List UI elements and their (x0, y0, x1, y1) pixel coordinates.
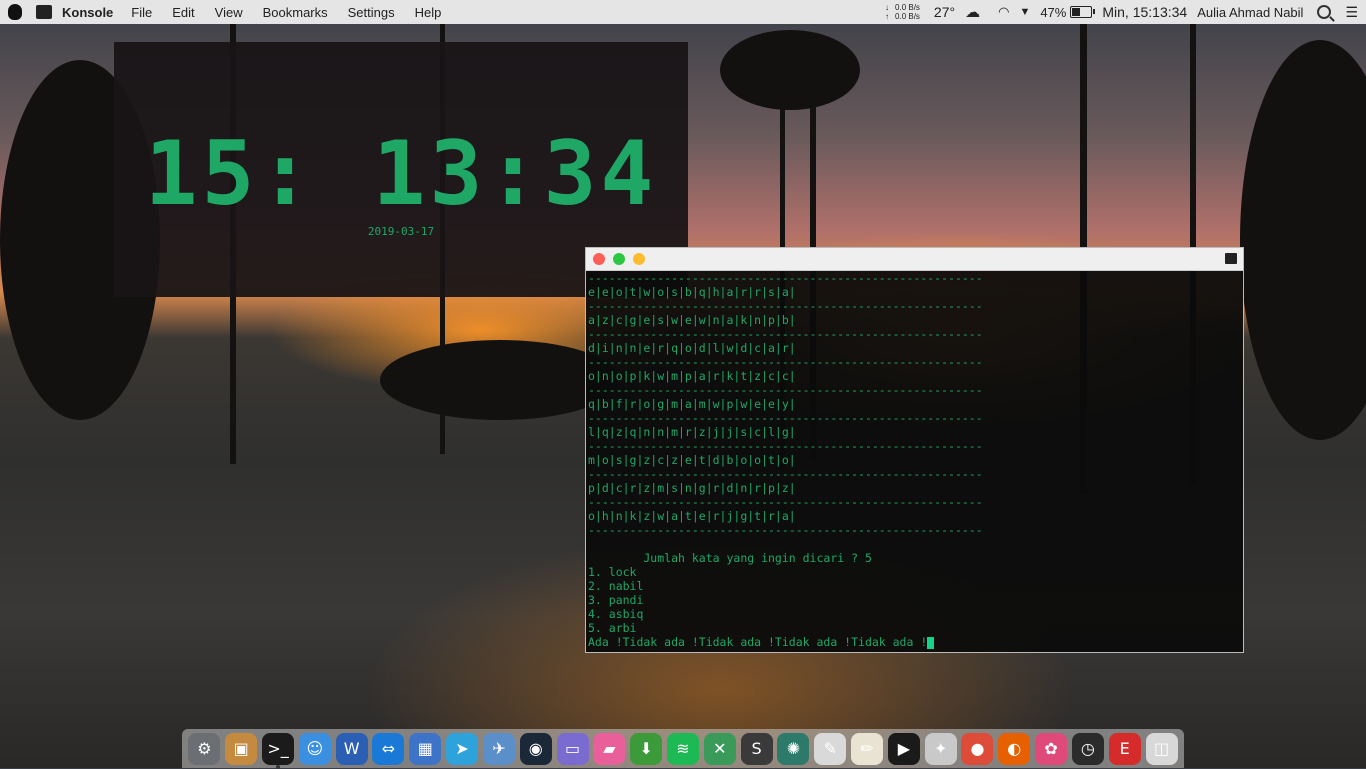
arrow-down-icon: ↓ (885, 3, 890, 12)
preferences-icon[interactable]: ✦ (924, 732, 957, 765)
terminal-line: ----------------------------------------… (588, 523, 983, 537)
temperature[interactable]: 27° (934, 4, 955, 20)
play-icon[interactable]: ▶ (887, 732, 920, 765)
chrome-icon[interactable]: ● (961, 732, 994, 765)
wifi-icon[interactable]: ◠ (998, 4, 1009, 20)
user-name[interactable]: Aulia Ahmad Nabil (1197, 5, 1303, 20)
window-titlebar[interactable] (586, 248, 1243, 271)
menubar-clock[interactable]: Min, 15:13:34 (1102, 4, 1187, 20)
net-down: 0.0 B/s (895, 3, 920, 12)
finder-icon[interactable]: ☺ (298, 732, 331, 765)
archive-utility-icon[interactable]: ▣ (225, 732, 258, 765)
clock-time: 15: 13:34 (144, 122, 658, 225)
app-name[interactable]: Konsole (62, 5, 113, 20)
menu-edit[interactable]: Edit (172, 5, 194, 20)
pineapple-icon[interactable]: ✺ (777, 732, 810, 765)
menu-bar: Konsole File Edit View Bookmarks Setting… (0, 0, 1366, 24)
word-icon[interactable]: W (335, 732, 368, 765)
terminal-line: 4. asbiq (588, 607, 644, 621)
ascii-app-icon[interactable]: E (1108, 732, 1141, 765)
preview-icon[interactable]: ✈ (482, 732, 515, 765)
text-edit-icon[interactable]: ✎ (814, 732, 847, 765)
terminal-line: e|e|o|t|w|o|s|b|q|h|a|r|r|s|a| (588, 285, 796, 299)
arrow-up-icon: ↑ (885, 12, 890, 21)
terminal-line: ----------------------------------------… (588, 327, 983, 341)
spotify-icon[interactable]: ≋ (666, 732, 699, 765)
menu-file[interactable]: File (131, 5, 152, 20)
terminal-output[interactable]: ----------------------------------------… (586, 271, 1243, 654)
konsole-app-icon (36, 5, 52, 19)
terminal-line: a|z|c|g|e|s|w|e|w|n|a|k|n|p|b| (588, 313, 796, 327)
terminal-line: ----------------------------------------… (588, 439, 983, 453)
terminal-line: 5. arbi (588, 621, 637, 635)
firefox-icon[interactable]: ◐ (998, 732, 1031, 765)
battery-percent[interactable]: 47% (1040, 5, 1066, 20)
menu-view[interactable]: View (215, 5, 243, 20)
clock-date: 2019-03-17 (367, 225, 435, 238)
steam-icon[interactable]: ◉ (519, 732, 552, 765)
gameboy-icon[interactable]: ▭ (556, 732, 589, 765)
dashboard-icon[interactable]: ◷ (1071, 732, 1104, 765)
terminal-line: p|d|c|r|z|m|s|n|g|r|d|n|r|p|z| (588, 481, 796, 495)
photos-icon[interactable]: ✿ (1035, 732, 1068, 765)
konsole-window[interactable]: ----------------------------------------… (585, 247, 1244, 653)
terminal-line: m|o|s|g|z|c|z|e|t|d|b|o|o|t|o| (588, 453, 796, 467)
close-window-button[interactable] (593, 253, 605, 265)
apple-logo-icon[interactable] (8, 4, 22, 20)
volume-down-icon[interactable]: ▼ (1019, 6, 1030, 18)
menu-help[interactable]: Help (415, 5, 442, 20)
terminal-line: Ada !Tidak ada !Tidak ada !Tidak ada !Ti… (588, 635, 1243, 649)
telegram-icon[interactable]: ➤ (446, 732, 479, 765)
weather-cloud-icon[interactable]: ☁ (965, 3, 980, 21)
terminal-line: q|b|f|r|o|g|m|a|m|w|p|w|e|e|y| (588, 397, 796, 411)
terminal-line: l|q|z|q|n|n|m|r|z|j|j|s|c|l|g| (588, 425, 796, 439)
terminal-icon (1225, 253, 1237, 264)
net-up: 0.0 B/s (895, 12, 920, 21)
app-grid-icon[interactable]: ▦ (409, 732, 442, 765)
sublime-icon[interactable]: S (740, 732, 773, 765)
terminal-line: 1. lock (588, 565, 637, 579)
minimize-window-button[interactable] (613, 253, 625, 265)
terminal-line: ----------------------------------------… (588, 383, 983, 397)
download-icon[interactable]: ⬇ (630, 732, 663, 765)
terminal-line: ----------------------------------------… (588, 355, 983, 369)
terminal-line: ----------------------------------------… (588, 299, 983, 313)
system-preferences-icon[interactable]: ⚙ (188, 732, 221, 765)
network-speed[interactable]: ↓ 0.0 B/s ↑ 0.0 B/s (885, 3, 920, 21)
maximize-window-button[interactable] (633, 253, 645, 265)
dock: ⚙ ▣ >_ ☺ W ⇔ ▦ ➤ ✈ ◉ ▭ ▰ ⬇ ≋ ✕ S ✺ ✎ ✏ ▶ ✦ ● ◐ ✿ ◷ E ◫ (182, 729, 1184, 769)
teamviewer-icon[interactable]: ⇔ (372, 732, 405, 765)
terminal-line: o|n|o|p|k|w|m|p|a|r|k|t|z|c|c| (588, 369, 796, 383)
terminal-cursor (927, 636, 935, 649)
terminal-line: 3. pandi (588, 593, 644, 607)
menu-settings[interactable]: Settings (348, 5, 395, 20)
xcode-icon[interactable]: ✕ (703, 732, 736, 765)
notification-center-icon[interactable]: ☰ (1345, 4, 1358, 21)
terminal-line: d|i|n|n|e|r|q|o|d|l|w|d|c|a|r| (588, 341, 796, 355)
terminal-line: o|h|n|k|z|w|a|t|e|r|j|g|t|r|a| (588, 509, 796, 523)
terminal-line: ----------------------------------------… (588, 495, 983, 509)
photo-booth-icon[interactable]: ◫ (1145, 732, 1178, 765)
folder-pink-icon[interactable]: ▰ (593, 732, 626, 765)
terminal-icon[interactable]: >_ (262, 732, 295, 769)
terminal-line: ----------------------------------------… (588, 271, 983, 285)
battery-icon[interactable] (1070, 6, 1096, 18)
terminal-line: Jumlah kata yang ingin dicari ? 5 (588, 551, 872, 565)
terminal-line: 2. nabil (588, 579, 644, 593)
menu-bookmarks[interactable]: Bookmarks (263, 5, 328, 20)
spotlight-search-icon[interactable] (1317, 5, 1332, 19)
terminal-line: ----------------------------------------… (588, 467, 983, 481)
terminal-line: ----------------------------------------… (588, 411, 983, 425)
notes-icon[interactable]: ✏ (851, 732, 884, 765)
